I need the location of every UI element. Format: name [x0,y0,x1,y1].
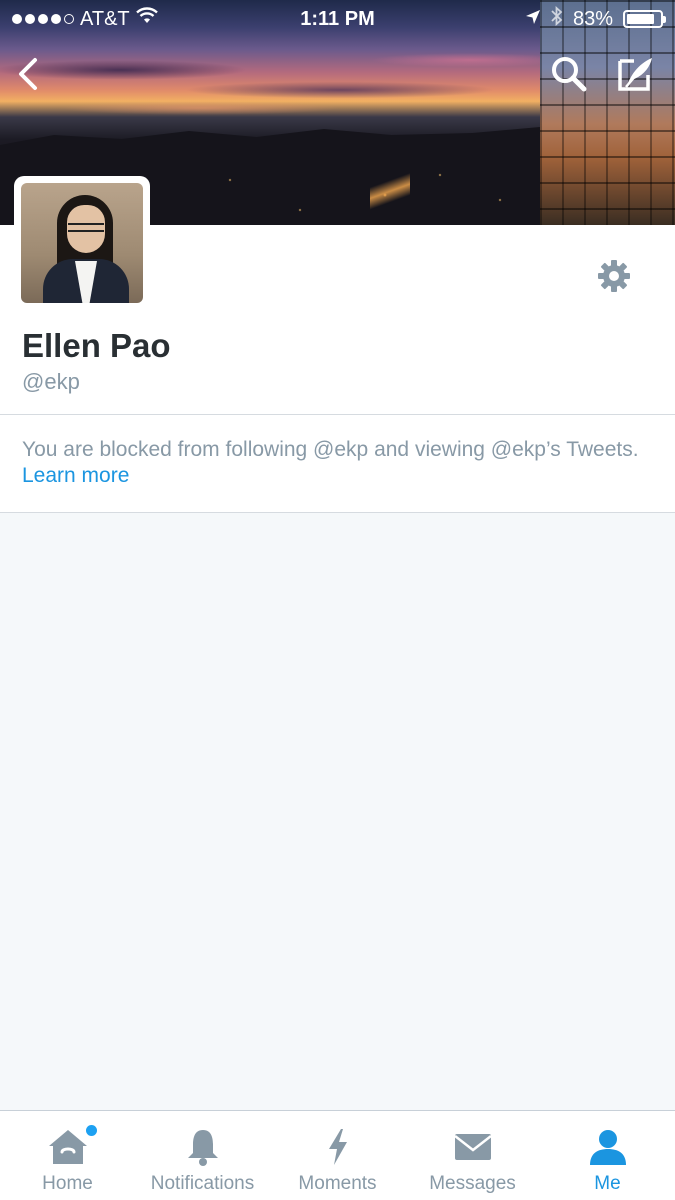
tab-notifications[interactable]: Notifications [135,1111,270,1200]
blocked-notice-text: You are blocked from following @ekp and … [22,438,639,461]
banner-street [370,165,410,225]
signal-strength-icon [12,14,74,24]
banner-clouds [0,40,540,120]
tab-label: Me [594,1173,621,1194]
carrier-label: AT&T [80,7,130,30]
battery-percent: 83% [572,7,613,30]
tab-messages[interactable]: Messages [405,1111,540,1200]
search-button[interactable] [547,52,591,96]
tab-home[interactable]: Home [0,1111,135,1200]
blocked-notice: You are blocked from following @ekp and … [0,415,675,512]
home-icon [47,1127,89,1167]
tab-label: Home [42,1173,93,1194]
learn-more-link[interactable]: Learn more [22,464,129,487]
back-button[interactable] [6,52,50,96]
tab-bar: Home Notifications Moments Messages Me [0,1110,675,1200]
profile-name: Ellen Pao [22,327,171,364]
status-bar: AT&T 1:11 PM 83% [0,0,675,38]
tab-label: Messages [429,1173,516,1194]
lightning-icon [325,1127,351,1167]
home-notification-dot [86,1125,97,1136]
settings-button[interactable] [592,254,636,298]
tab-label: Notifications [150,1173,255,1194]
wifi-icon [135,7,158,31]
bluetooth-icon [551,5,563,32]
search-icon [552,57,587,92]
tab-moments[interactable]: Moments [270,1111,405,1200]
battery-icon [623,10,666,28]
tab-label: Moments [298,1173,377,1194]
avatar[interactable] [14,176,150,310]
location-arrow-icon [525,8,541,31]
avatar-photo [21,183,143,303]
clock: 1:11 PM [300,7,375,30]
envelope-icon [453,1127,493,1167]
gear-icon [598,260,630,292]
profile-handle: @ekp [22,369,80,394]
bell-icon [185,1127,221,1167]
person-icon [588,1127,628,1167]
chevron-left-icon [19,58,37,90]
compose-tweet-button[interactable] [614,52,658,96]
divider [0,512,675,513]
compose-tweet-icon [618,58,652,91]
tab-me[interactable]: Me [540,1111,675,1200]
